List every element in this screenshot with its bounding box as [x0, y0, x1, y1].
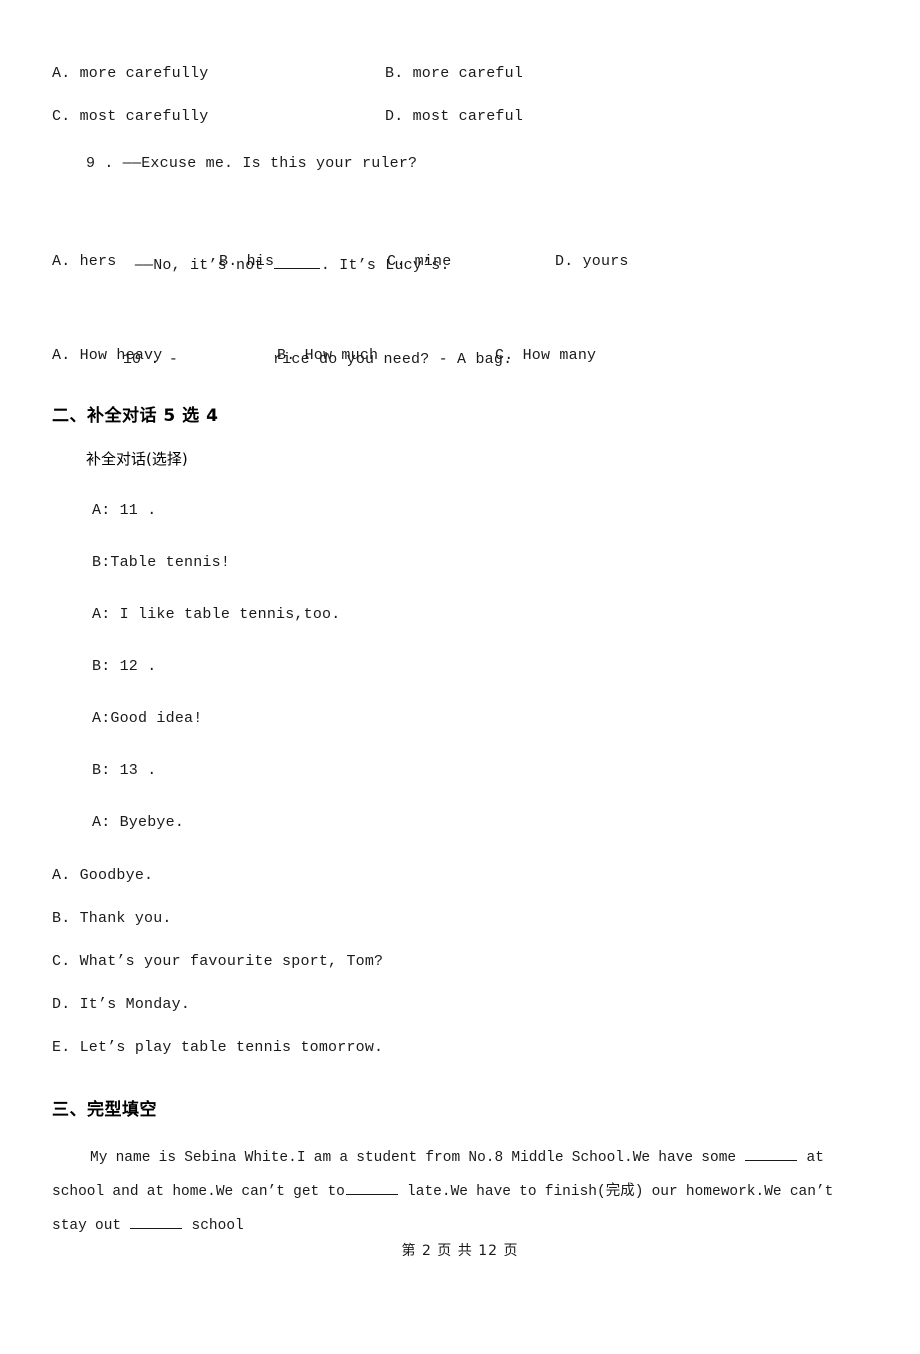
dialogue-line-2: B:Table tennis! — [92, 554, 231, 571]
page-footer: 第 2 页 共 12 页 — [401, 1243, 519, 1259]
option-d-most-careful[interactable]: D. most careful — [385, 95, 523, 138]
cloze-blank-2[interactable] — [345, 1180, 398, 1195]
option-b-his[interactable]: B. his — [219, 240, 274, 283]
passage-part-1: My name is Sebina White.I am a student f… — [90, 1150, 745, 1166]
dialogue-line-1: A: 11 . — [92, 502, 157, 519]
question-9-stem-line-2: ——No, it’s not . It’s Lucy’s. — [98, 189, 868, 274]
section-two-note: 补全对话(选择) — [86, 450, 188, 468]
question-10-options-row: A. How heavy B. How much C. How many — [52, 334, 868, 377]
dialogue-line-5: A:Good idea! — [92, 710, 203, 727]
exam-page: A. more carefully B. more careful C. mos… — [0, 52, 920, 1354]
passage-part-4: school — [183, 1218, 244, 1234]
option-a-more-carefully[interactable]: A. more carefully — [52, 52, 208, 95]
dialogue-line-3: A: I like table tennis,too. — [92, 606, 341, 623]
answer-bank-option-c[interactable]: C. What’s your favourite sport, Tom? — [52, 940, 868, 983]
option-a-how-heavy[interactable]: A. How heavy — [52, 334, 162, 377]
option-b-more-careful[interactable]: B. more careful — [385, 52, 523, 95]
cloze-passage: My name is Sebina White.I am a student f… — [52, 1141, 868, 1243]
answer-bank-option-b[interactable]: B. Thank you. — [52, 897, 868, 940]
dialogue-line-4: B: 12 . — [92, 658, 157, 675]
question-8-options-row-1: A. more carefully B. more careful — [52, 52, 868, 95]
option-c-mine[interactable]: C. mine — [387, 240, 451, 283]
answer-bank-option-d[interactable]: D. It’s Monday. — [52, 983, 868, 1026]
question-8-options-row-2: C. most carefully D. most careful — [52, 95, 868, 138]
option-c-how-many[interactable]: C. How many — [495, 334, 596, 377]
question-9-options-row: A. hers B. his C. mine D. yours — [52, 240, 868, 283]
option-a-hers[interactable]: A. hers — [52, 240, 116, 283]
option-d-yours[interactable]: D. yours — [555, 240, 629, 283]
option-c-most-carefully[interactable]: C. most carefully — [52, 95, 208, 138]
dialogue-line-6: B: 13 . — [92, 762, 157, 779]
answer-bank-option-a[interactable]: A. Goodbye. — [52, 854, 868, 897]
section-three-heading: 三、完型填空 — [52, 1100, 157, 1120]
dialogue-line-7: A: Byebye. — [92, 814, 185, 831]
cloze-blank-3[interactable] — [130, 1214, 183, 1229]
section-two-heading: 二、补全对话 5 选 4 — [52, 406, 219, 426]
option-b-how-much[interactable]: B. How much — [277, 334, 378, 377]
cloze-blank-1[interactable] — [745, 1146, 798, 1161]
answer-bank-option-e[interactable]: E. Let’s play table tennis tomorrow. — [52, 1026, 868, 1069]
question-9-stem-line-1: 9 . ——Excuse me. Is this your ruler? — [86, 155, 418, 172]
